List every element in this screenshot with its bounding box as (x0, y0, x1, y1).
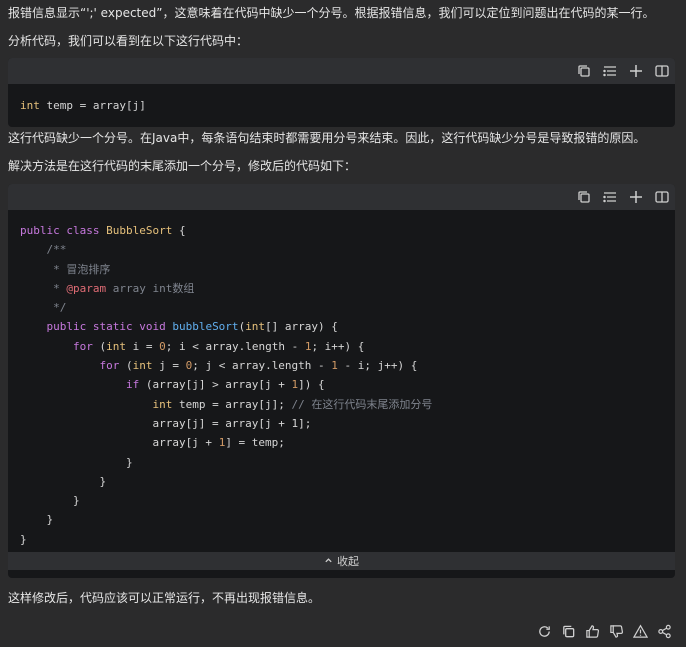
message-actions (536, 623, 672, 639)
code-token: int (132, 359, 153, 373)
code-toolbar (8, 58, 675, 84)
insert-icon[interactable] (629, 64, 643, 78)
code-token: for (20, 339, 93, 353)
code-token: array[j] = array[j + 1]; (20, 416, 312, 430)
code-token: int (245, 320, 266, 334)
split-view-icon[interactable] (655, 190, 669, 204)
code-token: { (172, 224, 186, 237)
code-token: 0 (159, 339, 166, 353)
code-token: - i; j++) { (337, 359, 418, 373)
code-token: */ (20, 301, 67, 315)
copy-icon[interactable] (577, 64, 591, 78)
code-token: temp = array[j]; (172, 397, 292, 411)
code-token: * (20, 281, 67, 295)
code-token: ; i++) { (311, 339, 365, 353)
thumbs-up-icon[interactable] (584, 623, 600, 639)
code-token: int (106, 339, 126, 353)
copy-icon[interactable] (560, 623, 576, 639)
code-token: ]) { (298, 378, 325, 392)
code-token: i = (125, 339, 160, 353)
code-token: ( (119, 359, 133, 373)
code-content: int temp = array[j] (8, 84, 675, 115)
code-token: ; j < array.length - (192, 359, 332, 373)
chevron-up-icon (324, 555, 333, 568)
wrap-lines-icon[interactable] (603, 64, 617, 78)
code-token: ] = temp; (225, 436, 285, 450)
code-token: * 冒泡排序 (20, 262, 111, 276)
code-token: ( (92, 339, 107, 353)
code-token: } (20, 455, 133, 469)
code-token: for (20, 359, 120, 373)
code-token: ; i < array.length - (165, 339, 305, 353)
paragraph-error-explanation: 报错信息显示“';' expected”，这意味着在代码中缺少一个分号。根据报错… (8, 6, 655, 20)
code-token: array[j + (20, 436, 219, 450)
code-token: public class (20, 224, 107, 237)
code-block-2: public class BubbleSort { /** * 冒泡排序 * @… (8, 184, 675, 578)
thumbs-down-icon[interactable] (608, 623, 624, 639)
copy-icon[interactable] (577, 190, 591, 204)
code-token: } (20, 513, 54, 527)
paragraph-solution: 解决方法是在这行代码的末尾添加一个分号，修改后的代码如下： (8, 159, 357, 173)
code-token: if (20, 378, 140, 392)
insert-icon[interactable] (629, 190, 643, 204)
code-token: int (20, 99, 40, 112)
split-view-icon[interactable] (655, 64, 669, 78)
collapse-label: 收起 (337, 555, 359, 568)
wrap-lines-icon[interactable] (603, 190, 617, 204)
paragraph-analysis: 分析代码，我们可以看到在以下这行代码中： (8, 34, 249, 48)
refresh-icon[interactable] (536, 623, 552, 639)
code-token: array int数组 (106, 281, 195, 295)
code-token: } (20, 494, 80, 508)
paragraph-cause: 这行代码缺少一个分号。在Java中，每条语句结束时都需要用分号来结束。因此，这行… (8, 131, 646, 145)
code-token: // 在这行代码末尾添加分号 (291, 397, 433, 411)
code-token: temp = array[j] (39, 99, 146, 112)
share-icon[interactable] (656, 623, 672, 639)
code-token: 1 (331, 359, 338, 373)
paragraph-conclusion: 这样修改后，代码应该可以正常运行，不再出现报错信息。 (8, 591, 321, 605)
code-token: public static void (20, 320, 173, 334)
code-token: } (20, 474, 107, 488)
code-toolbar (8, 184, 675, 210)
code-content: public class BubbleSort { /** * 冒泡排序 * @… (8, 210, 675, 552)
code-token: } (20, 532, 27, 546)
code-token: BubbleSort (106, 224, 173, 237)
code-block-1: int temp = array[j] (8, 58, 675, 127)
code-token: j = (152, 359, 186, 373)
code-token: int (20, 397, 173, 411)
code-token: /** (20, 243, 67, 257)
warning-icon[interactable] (632, 623, 648, 639)
collapse-button[interactable]: 收起 (8, 552, 675, 570)
code-token: @param (66, 281, 107, 295)
code-token: bubbleSort (172, 320, 239, 334)
code-token: (array[j] > array[j + (139, 378, 292, 392)
code-token: [] array) { (265, 320, 338, 334)
